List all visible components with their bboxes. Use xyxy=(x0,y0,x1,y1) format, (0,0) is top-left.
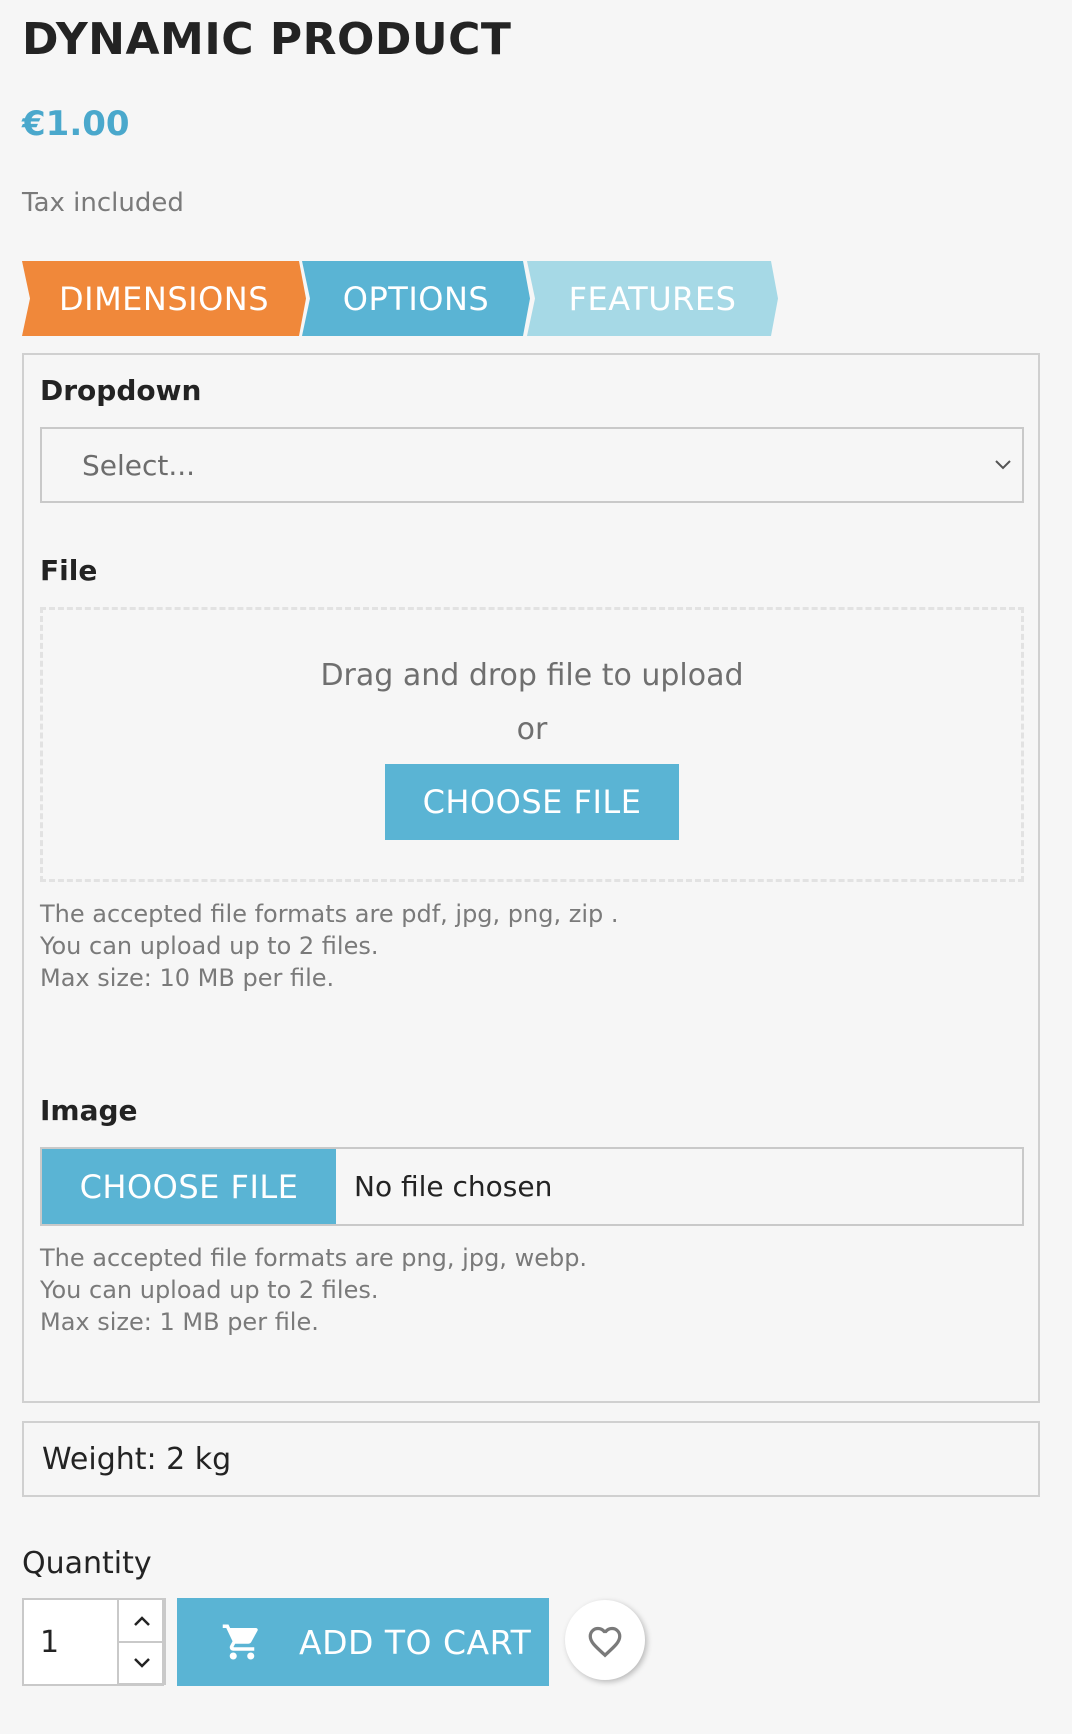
quantity-stepper: 1 xyxy=(22,1598,166,1686)
chevron-down-icon xyxy=(995,460,1011,470)
chevron-up-icon xyxy=(133,1615,150,1626)
file-label: File xyxy=(40,554,98,587)
add-to-cart-label: ADD TO CART xyxy=(299,1622,532,1662)
file-help-formats: The accepted file formats are pdf, jpg, … xyxy=(40,900,619,928)
tab-options-label: OPTIONS xyxy=(342,279,490,318)
tax-note: Tax included xyxy=(22,188,184,218)
heart-icon xyxy=(588,1626,622,1658)
dropzone-or-text: or xyxy=(516,712,548,747)
quantity-label: Quantity xyxy=(22,1546,152,1581)
file-help-count: You can upload up to 2 files. xyxy=(40,932,379,960)
chevron-down-icon xyxy=(133,1657,150,1668)
dropdown-select[interactable]: Select... xyxy=(40,427,1024,503)
product-price: €1.00 xyxy=(22,104,130,144)
quantity-increment-button[interactable] xyxy=(119,1598,166,1643)
tab-options[interactable]: OPTIONS xyxy=(302,261,530,336)
tab-features[interactable]: FEATURES xyxy=(527,261,778,336)
quantity-spinner xyxy=(117,1598,166,1686)
product-weight: Weight: 2 kg xyxy=(22,1421,1040,1497)
image-help-formats: The accepted file formats are png, jpg, … xyxy=(40,1244,588,1272)
add-to-cart-button[interactable]: ADD TO CART xyxy=(177,1598,549,1686)
image-file-status: No file chosen xyxy=(354,1170,553,1203)
file-dropzone[interactable]: Drag and drop file to upload or CHOOSE F… xyxy=(40,607,1024,882)
dropzone-text: Drag and drop file to upload xyxy=(320,658,744,693)
image-help-size: Max size: 1 MB per file. xyxy=(40,1308,319,1336)
image-file-input[interactable]: CHOOSE FILE No file chosen xyxy=(40,1147,1024,1226)
quantity-input[interactable]: 1 xyxy=(40,1600,59,1684)
shopping-cart-icon xyxy=(222,1624,258,1660)
tab-features-label: FEATURES xyxy=(568,279,737,318)
dropdown-label: Dropdown xyxy=(40,374,202,407)
file-help: The accepted file formats are pdf, jpg, … xyxy=(40,898,619,994)
tab-dimensions[interactable]: DIMENSIONS xyxy=(22,261,306,336)
wishlist-button[interactable] xyxy=(565,1600,645,1680)
image-help-count: You can upload up to 2 files. xyxy=(40,1276,379,1304)
image-choose-button[interactable]: CHOOSE FILE xyxy=(42,1149,336,1224)
quantity-decrement-button[interactable] xyxy=(119,1642,166,1685)
file-help-size: Max size: 10 MB per file. xyxy=(40,964,335,992)
step-tabs: DIMENSIONS OPTIONS FEATURES xyxy=(22,261,782,336)
product-title: DYNAMIC PRODUCT xyxy=(22,14,512,65)
tab-dimensions-label: DIMENSIONS xyxy=(58,279,270,318)
file-choose-button[interactable]: CHOOSE FILE xyxy=(385,764,679,840)
dropdown-selected-value: Select... xyxy=(82,448,196,482)
image-help: The accepted file formats are png, jpg, … xyxy=(40,1242,587,1338)
image-label: Image xyxy=(40,1094,138,1127)
